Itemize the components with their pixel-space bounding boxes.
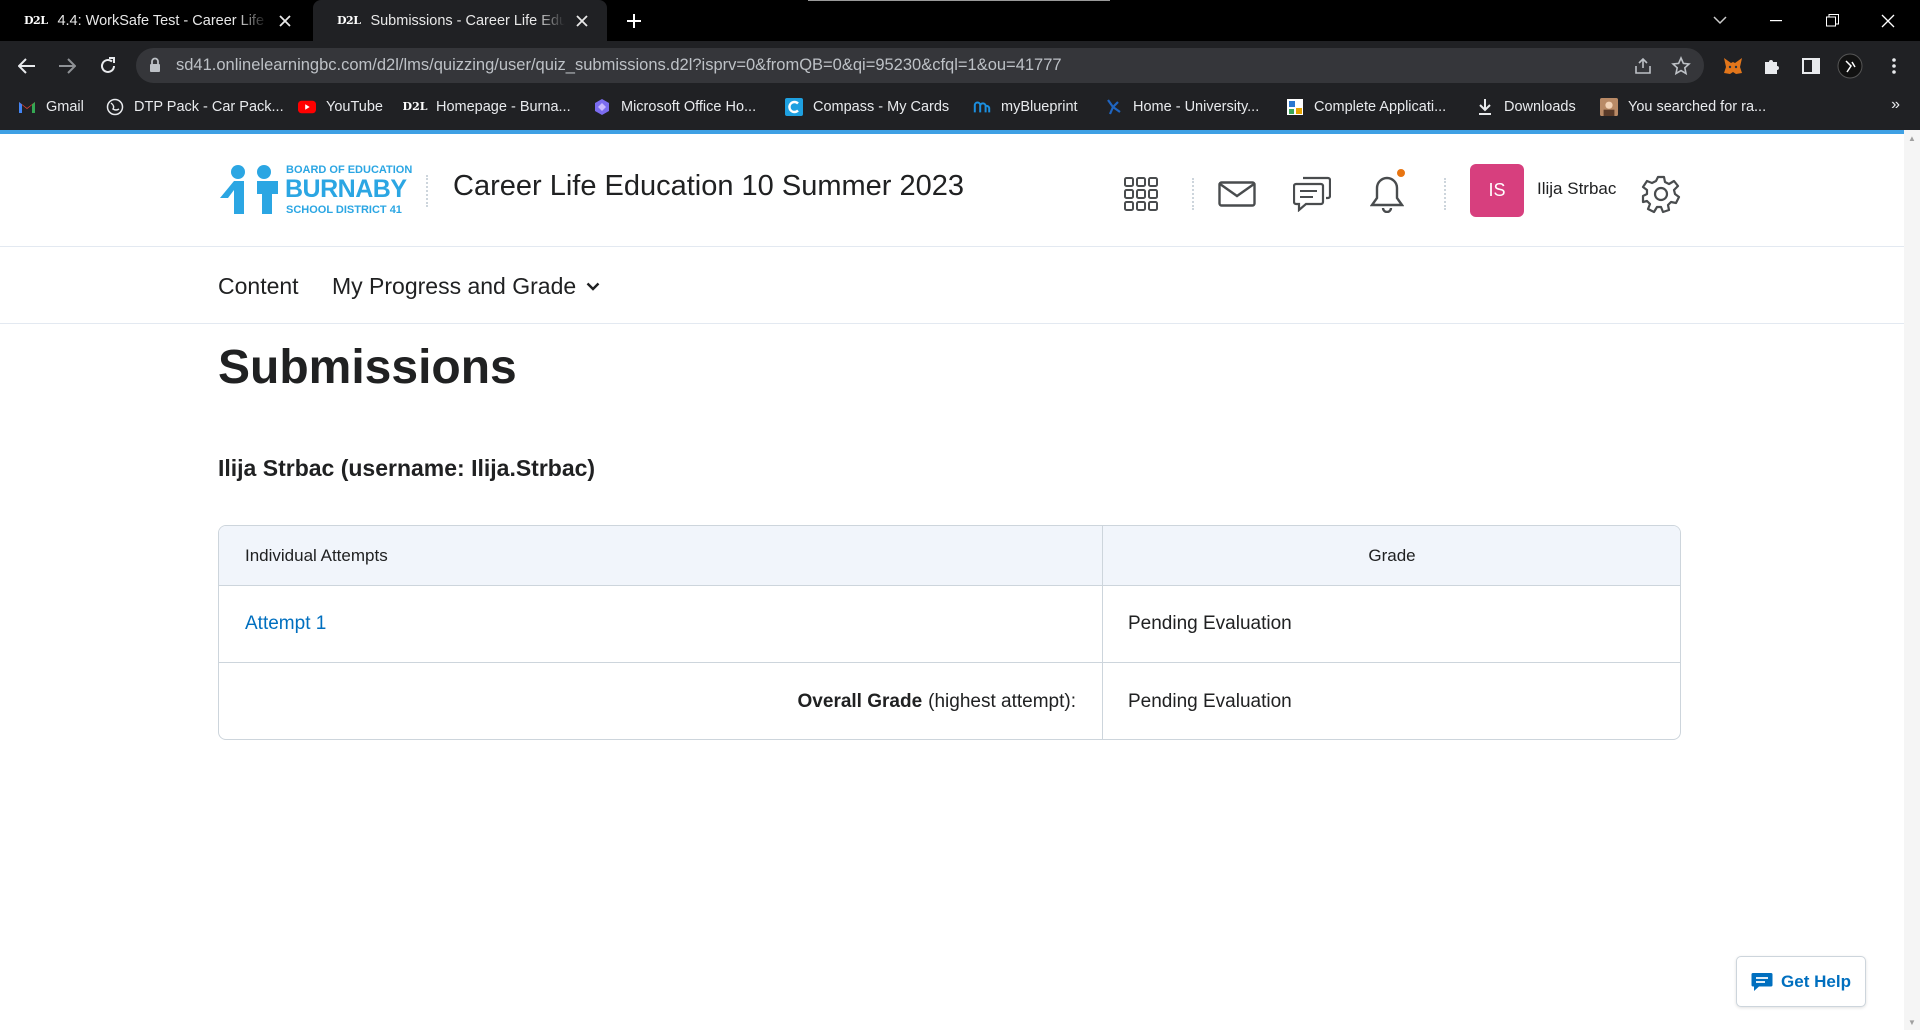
tab-close-icon[interactable] [571, 10, 593, 32]
bookmarks-overflow-icon[interactable]: » [1891, 96, 1900, 114]
browser-menu-icon[interactable] [1880, 52, 1908, 80]
lock-icon[interactable] [149, 57, 161, 78]
notification-dot [1396, 168, 1406, 178]
tab-title: 4.4: WorkSafe Test - Career Life Educati… [57, 12, 268, 29]
bookmark-homepage-burnaby[interactable]: D2L Homepage - Burna... [402, 90, 571, 123]
burnaby-sd41-logo[interactable]: BOARD OF EDUCATION BURNABY SCHOOL DISTRI… [218, 164, 412, 216]
bookmarks-bar: Gmail DTP Pack - Car Pack... YouTube D2L… [0, 90, 1920, 130]
forward-arrow-icon[interactable] [52, 51, 82, 81]
browser-toolbar: sd41.onlinelearningbc.com/d2l/lms/quizzi… [0, 41, 1920, 90]
header-divider [426, 175, 428, 207]
tab-close-icon[interactable] [274, 10, 296, 32]
bookmark-complete-application[interactable]: Complete Applicati... [1286, 90, 1446, 123]
settings-gear-icon[interactable] [1639, 172, 1683, 216]
tab-search-chevron-icon[interactable] [1692, 0, 1748, 41]
overall-grade-label: Overall Grade [797, 690, 923, 712]
globe-icon [106, 98, 124, 116]
metamask-extension-icon[interactable] [1719, 52, 1747, 80]
nav-my-progress-label: My Progress and Grade [332, 272, 577, 299]
table-row: Attempt 1 Pending Evaluation [219, 586, 1680, 663]
course-navbar: Content My Progress and Grade [0, 248, 1904, 324]
nav-content[interactable]: Content [218, 248, 299, 324]
restore-window-icon[interactable] [1804, 0, 1860, 41]
bookmark-youtube[interactable]: YouTube [298, 90, 383, 123]
youtube-icon [298, 98, 316, 116]
office-icon [593, 98, 611, 116]
browser-tab-strip: D2L 4.4: WorkSafe Test - Career Life Edu… [0, 0, 1920, 41]
get-help-label: Get Help [1781, 971, 1851, 991]
overall-grade-label-cell: Overall Grade (highest attempt): [219, 663, 1103, 739]
chevron-down-icon [586, 282, 600, 291]
help-chat-icon [1751, 972, 1773, 992]
browser-tab-worksafe-test[interactable]: D2L 4.4: WorkSafe Test - Career Life Edu… [0, 0, 310, 41]
browser-tab-submissions[interactable]: D2L Submissions - Career Life Education … [313, 0, 607, 41]
profile-avatar-icon[interactable] [1836, 52, 1864, 80]
bookmark-home-university[interactable]: Home - University... [1105, 90, 1259, 123]
header-divider [1192, 178, 1194, 210]
table-row: Overall Grade (highest attempt): Pending… [219, 663, 1680, 739]
side-panel-icon[interactable] [1797, 52, 1825, 80]
d2l-favicon-icon: D2L [337, 14, 361, 27]
tab-title: Submissions - Career Life Education 10 S… [370, 12, 565, 29]
bookmark-downloads[interactable]: Downloads [1476, 90, 1576, 123]
university-icon [1105, 98, 1123, 116]
application-icon [1286, 98, 1304, 116]
submissions-table: Individual Attempts Grade Attempt 1 Pend… [218, 525, 1681, 740]
compass-icon [785, 97, 803, 116]
d2l-icon: D2L [402, 100, 428, 113]
page-title: Submissions [218, 341, 517, 394]
course-title[interactable]: Career Life Education 10 Summer 2023 [453, 170, 964, 203]
course-selector-grid-icon[interactable] [1119, 172, 1163, 216]
site-icon [1600, 97, 1618, 116]
myblueprint-icon [973, 98, 991, 116]
nav-my-progress-and-grade[interactable]: My Progress and Grade [332, 248, 600, 324]
back-arrow-icon[interactable] [12, 51, 42, 81]
address-bar[interactable]: sd41.onlinelearningbc.com/d2l/lms/quizzi… [136, 48, 1704, 83]
bookmark-gmail[interactable]: Gmail [18, 90, 84, 123]
reload-icon[interactable] [93, 51, 123, 81]
bookmark-you-searched[interactable]: You searched for ra... [1600, 90, 1766, 123]
burnaby-logo-figures-icon [220, 165, 278, 214]
url-text[interactable]: sd41.onlinelearningbc.com/d2l/lms/quizzi… [176, 48, 1062, 83]
overall-grade-value-cell: Pending Evaluation [1128, 690, 1292, 712]
logo-burnaby-text: BURNABY [285, 175, 407, 203]
scroll-up-icon[interactable]: ▲ [1904, 130, 1920, 146]
share-icon[interactable] [1633, 56, 1653, 76]
page-scrollbar[interactable]: ▲ ▼ [1904, 130, 1920, 1030]
get-help-button[interactable]: Get Help [1736, 956, 1866, 1007]
close-window-icon[interactable] [1860, 0, 1916, 41]
attempt-cell: Attempt 1 [219, 586, 1103, 662]
download-icon [1476, 98, 1494, 116]
header-divider [1444, 178, 1446, 210]
message-alerts-envelope-icon[interactable] [1215, 172, 1259, 216]
minimize-window-icon[interactable] [1748, 0, 1804, 41]
attempt-1-link[interactable]: Attempt 1 [245, 613, 326, 635]
bookmark-star-icon[interactable] [1671, 56, 1691, 76]
user-identity-heading: Ilija Strbac (username: Ilija.Strbac) [218, 455, 596, 481]
overall-grade-qualifier: (highest attempt): [928, 690, 1076, 712]
user-avatar[interactable]: IS [1470, 164, 1524, 217]
bookmark-myblueprint[interactable]: myBlueprint [973, 90, 1078, 123]
column-header-grade: Grade [1368, 545, 1416, 565]
extensions-puzzle-icon[interactable] [1758, 52, 1786, 80]
subscription-alerts-chat-icon[interactable] [1290, 172, 1334, 216]
logo-district-text: SCHOOL DISTRICT 41 [286, 204, 402, 216]
gmail-icon [18, 98, 36, 116]
bookmark-compass[interactable]: Compass - My Cards [785, 90, 949, 123]
d2l-header: BOARD OF EDUCATION BURNABY SCHOOL DISTRI… [0, 134, 1904, 247]
attempt-grade-cell: Pending Evaluation [1128, 613, 1292, 634]
d2l-favicon-icon: D2L [24, 14, 48, 27]
user-name[interactable]: Ilija Strbac [1537, 179, 1616, 199]
update-alerts-bell-icon[interactable] [1365, 172, 1409, 216]
scroll-down-icon[interactable]: ▼ [1904, 1014, 1920, 1030]
new-tab-plus-icon[interactable] [620, 8, 648, 34]
bookmark-dtp-pack[interactable]: DTP Pack - Car Pack... [106, 90, 284, 123]
table-header-row: Individual Attempts Grade [219, 526, 1680, 586]
tab-strip-divider [808, 0, 1110, 1]
column-header-individual-attempts: Individual Attempts [219, 526, 1103, 585]
bookmark-microsoft-office[interactable]: Microsoft Office Ho... [593, 90, 756, 123]
